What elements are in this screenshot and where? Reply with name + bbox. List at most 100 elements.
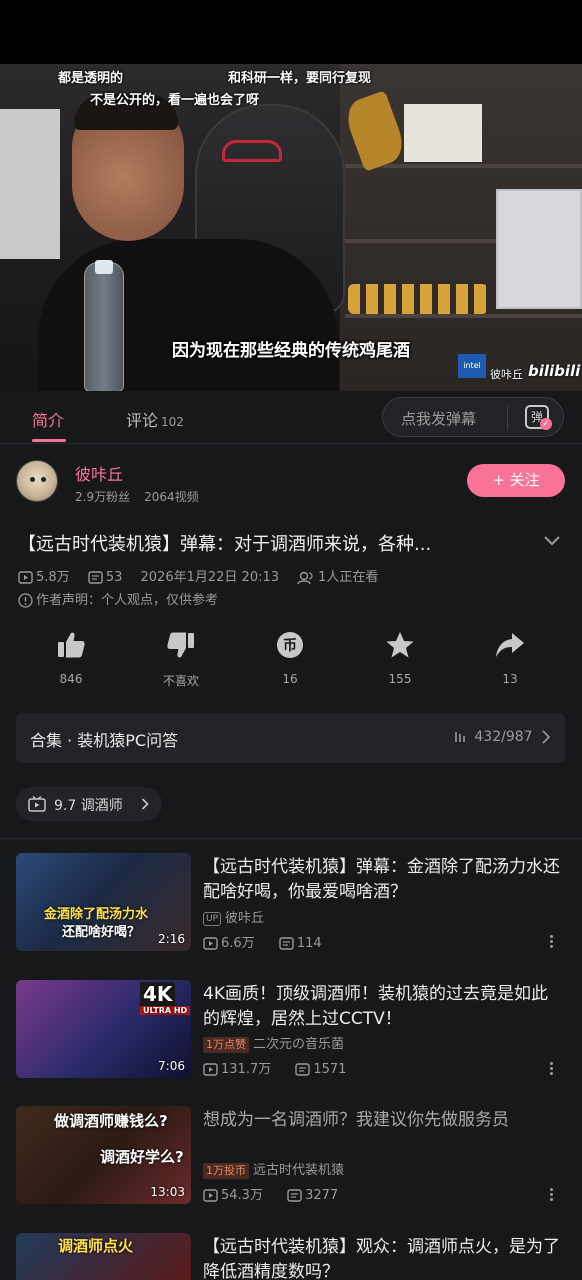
more-options-icon[interactable] (550, 1186, 556, 1203)
video-player[interactable]: 都是透明的 和科研一样，要同行复现 不是公开的，看一遍也会了呀 因为现在那些经典… (0, 64, 582, 391)
play-count-icon (203, 1189, 218, 1202)
video-duration: 2:16 (158, 932, 185, 946)
action-bar: 846 不喜欢 币 16 155 13 (0, 630, 582, 700)
author-notice: 作者声明：个人观点，仅供参考 (18, 589, 218, 608)
up-badge: UP (203, 911, 222, 926)
pc-box (404, 104, 482, 162)
share-button[interactable]: 13 (470, 630, 550, 686)
uploader-section: 彼咔丘 2.9万粉丝 2064视频 + 关注 (0, 444, 582, 518)
follow-button[interactable]: + 关注 (467, 464, 565, 497)
danmaku-input[interactable]: 点我发弹幕 弹 ✓ (382, 397, 564, 437)
view-count: 54.3万 (221, 1188, 263, 1203)
thumbnail-caption: 4K (140, 982, 176, 1006)
danmaku-count-icon (287, 1189, 302, 1202)
share-count: 13 (502, 672, 518, 686)
tab-bar: 简介 评论 102 点我发弹幕 弹 ✓ (0, 391, 582, 444)
related-video-title: 想成为一名调酒师？我建议你先做服务员 (203, 1110, 509, 1130)
status-bar (0, 0, 582, 64)
related-video-item[interactable]: 调酒师点火 【远古时代装机猿】观众：调酒师点火，是为了降低酒精度数吗？ (0, 1233, 582, 1280)
danmaku-count: 1571 (313, 1062, 347, 1077)
video-count: 2064视频 (144, 490, 199, 504)
bilibili-logo: bilibili (528, 362, 581, 380)
pc-case-right (496, 189, 582, 309)
episodes-icon (455, 732, 466, 742)
video-thumbnail: 4K ULTRA HD 7:06 (16, 980, 191, 1078)
video-meta: 5.8万 53 2026年1月22日 20:13 1人正在看 (18, 566, 378, 585)
tag-chip[interactable]: 9.7 调酒师 (16, 787, 162, 821)
thumbs-up-icon (58, 632, 85, 658)
danmaku-comment: 都是透明的 (58, 71, 124, 86)
more-options-icon[interactable] (550, 1060, 556, 1077)
water-bottle (84, 262, 124, 391)
tv-icon (28, 796, 46, 812)
tab-intro[interactable]: 简介 (32, 407, 64, 431)
video-thumbnail: 做调酒师赚钱么? 调酒好学么? 13:03 (16, 1106, 191, 1204)
author-notice-text: 作者声明：个人观点，仅供参考 (36, 593, 219, 608)
danmaku-count: 3277 (305, 1188, 339, 1203)
intel-sticker: intel (458, 354, 486, 378)
like-count: 846 (59, 672, 83, 686)
danmaku-count: 114 (296, 936, 322, 951)
video-thumbnail: 调酒师点火 (16, 1233, 191, 1280)
related-video-title: 【远古时代装机猿】弹幕：金酒除了配汤力水还配啥好喝，你最爱喝啥酒？ (203, 857, 560, 902)
related-video-stats: 6.6万 114 (203, 932, 322, 951)
svg-text:币: 币 (283, 638, 297, 654)
like-button[interactable]: 846 (31, 630, 111, 686)
tag-label: 9.7 调酒师 (54, 798, 123, 814)
favorite-button[interactable]: 155 (360, 630, 440, 686)
danmaku-count-icon (295, 1063, 311, 1076)
pc-case-left (0, 109, 60, 259)
dislike-label: 不喜欢 (162, 674, 199, 688)
view-count: 5.8万 (36, 570, 70, 585)
danmaku-comment: 不是公开的，看一遍也会了呀 (90, 93, 260, 108)
avatar[interactable] (16, 460, 58, 502)
view-count: 6.6万 (221, 936, 255, 951)
danmaku-count-icon (88, 571, 103, 584)
danmaku-placeholder: 点我发弹幕 (401, 410, 477, 428)
watching-count: 1人正在看 (318, 570, 379, 585)
related-video-stats: 131.7万 1571 (203, 1058, 346, 1077)
chevron-right-icon (542, 730, 551, 744)
related-video-item[interactable]: 做调酒师赚钱么? 调酒好学么? 13:03 想成为一名调酒师？我建议你先做服务员… (0, 1106, 582, 1216)
author-name: 彼咔丘 (225, 911, 265, 926)
dislike-button[interactable]: 不喜欢 (141, 630, 221, 689)
coin-button[interactable]: 币 16 (250, 630, 330, 686)
related-video-item[interactable]: 金酒除了配汤力水 还配啥好喝？ 2:16 【远古时代装机猿】弹幕：金酒除了配汤力… (0, 853, 582, 963)
related-video-item[interactable]: 4K ULTRA HD 7:06 4K画质！顶级调酒师！装机猿的过去竟是如此的辉… (0, 980, 582, 1090)
author-name: 二次元の音乐菌 (253, 1037, 345, 1052)
share-icon (496, 633, 524, 657)
divider (507, 406, 508, 430)
related-video-author: 1万点赞 二次元の音乐菌 (203, 1033, 344, 1053)
danmaku-count: 53 (105, 570, 123, 585)
view-count: 131.7万 (221, 1062, 272, 1077)
tab-comments[interactable]: 评论 102 (126, 407, 184, 431)
uploader-name[interactable]: 彼咔丘 (75, 461, 123, 485)
coin-icon: 币 (277, 632, 303, 658)
publish-date: 2026年1月22日 20:13 (140, 570, 280, 585)
comment-count: 102 (161, 415, 184, 429)
info-icon (18, 593, 33, 608)
danmaku-comment: 和科研一样，要同行复现 (228, 71, 372, 86)
thumbnail-caption: 做调酒师赚钱么? (54, 1112, 168, 1130)
video-subtitle: 因为现在那些经典的传统鸡尾酒 (172, 341, 410, 361)
bottle-cap (95, 260, 113, 274)
collection-card[interactable]: 合集 · 装机猿PC问答 432/987 (16, 713, 565, 763)
more-options-icon[interactable] (550, 933, 556, 950)
collection-count: 432/987 (454, 729, 551, 745)
likes-badge: 1万点赞 (203, 1037, 249, 1053)
coins-badge: 1万投币 (203, 1163, 249, 1179)
watermark-uploader: 彼咔丘 (490, 368, 523, 381)
thumbnail-caption: 金酒除了配汤力水 (44, 907, 149, 922)
watching-icon (297, 571, 313, 584)
fans-count: 2.9万粉丝 (75, 490, 131, 504)
related-video-author: 1万投币 远古时代装机猿 (203, 1159, 344, 1179)
uploader-stats: 2.9万粉丝 2064视频 (75, 488, 199, 505)
chevron-right-icon (141, 798, 149, 810)
duck-figures (348, 284, 488, 314)
section-divider (0, 838, 582, 839)
related-video-title: 4K画质！顶级调酒师！装机猿的过去竟是如此的辉煌，居然上过CCTV！ (203, 984, 548, 1029)
related-video-author: UP 彼咔丘 (203, 907, 264, 926)
related-video-title: 【远古时代装机猿】观众：调酒师点火，是为了降低酒精度数吗？ (203, 1237, 560, 1280)
chevron-down-icon[interactable] (542, 533, 562, 549)
danmaku-count-icon (279, 937, 294, 950)
